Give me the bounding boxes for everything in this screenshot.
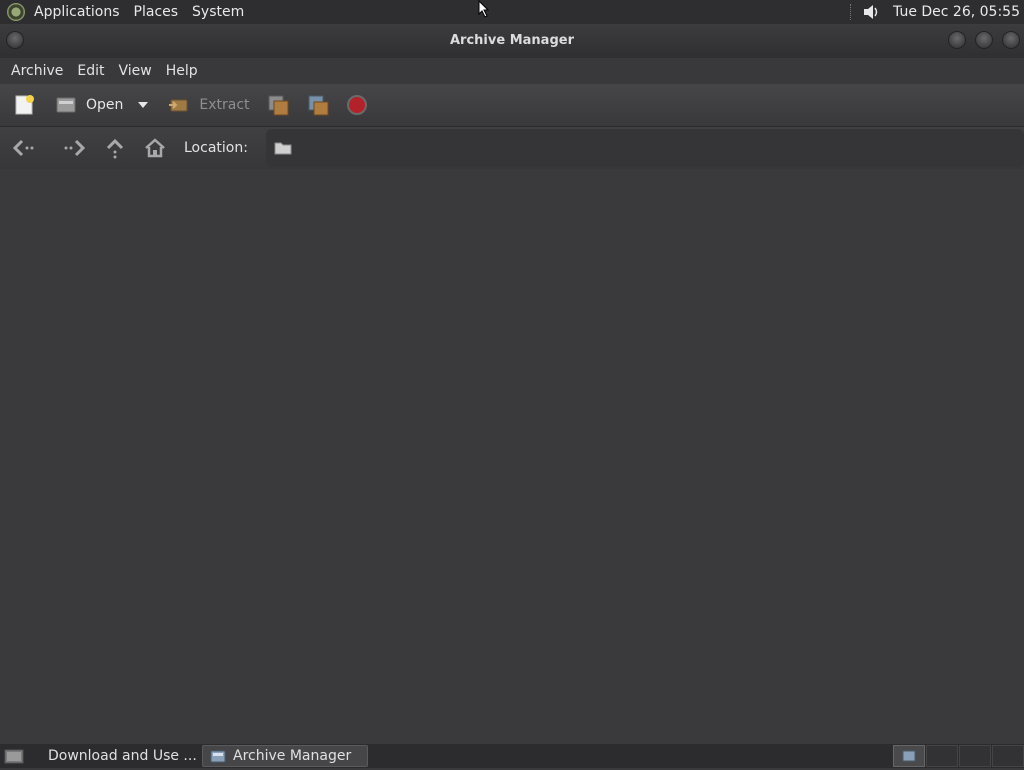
menu-help[interactable]: Help: [159, 63, 205, 79]
chevron-down-icon: [138, 102, 149, 108]
menu-archive[interactable]: Archive: [4, 63, 70, 79]
close-button[interactable]: [1002, 31, 1020, 49]
forward-arrow-icon: [64, 139, 86, 157]
location-bar: Location:: [0, 127, 1024, 170]
maximize-button[interactable]: [975, 31, 993, 49]
panel-menu-places[interactable]: Places: [127, 0, 186, 24]
panel-menu-applications[interactable]: Applications: [27, 0, 127, 24]
open-label: Open: [86, 97, 124, 113]
top-panel: Applications Places System Tue Dec 26, 0…: [0, 0, 1024, 24]
stop-icon: [346, 95, 367, 115]
up-arrow-icon: [106, 138, 124, 159]
home-icon: [145, 138, 165, 158]
menu-edit[interactable]: Edit: [70, 63, 111, 79]
new-archive-icon: [15, 95, 34, 115]
panel-separator: [850, 4, 853, 20]
add-files-icon: [268, 95, 289, 116]
extract-label: Extract: [199, 97, 250, 113]
open-button[interactable]: Open: [54, 93, 123, 117]
menu-view[interactable]: View: [112, 63, 159, 79]
distro-logo-icon[interactable]: [7, 3, 25, 21]
new-archive-button[interactable]: [12, 93, 36, 117]
window-title: Archive Manager: [450, 33, 574, 48]
location-field[interactable]: [265, 129, 1024, 167]
toolbar: Open Extract: [0, 84, 1024, 127]
archive-manager-window: Archive Manager Archive Edit View Help O…: [0, 24, 1024, 744]
minimize-button[interactable]: [948, 31, 966, 49]
workspace-switcher-1[interactable]: [893, 745, 925, 767]
workspace-switcher-3[interactable]: [959, 745, 991, 767]
forward-button[interactable]: [62, 138, 86, 158]
panel-tray: Tue Dec 26, 05:55: [850, 0, 1024, 24]
taskbar-item-browser[interactable]: Download and Use ...: [36, 745, 198, 767]
taskbar-item-label: Download and Use ...: [48, 748, 197, 764]
open-dropdown-button[interactable]: [137, 99, 149, 111]
clock[interactable]: Tue Dec 26, 05:55: [893, 4, 1020, 20]
back-button[interactable]: [12, 138, 36, 158]
extract-icon: [169, 99, 188, 112]
volume-icon[interactable]: [861, 2, 881, 22]
show-desktop-icon: [4, 749, 24, 764]
workspace-switcher-2[interactable]: [926, 745, 958, 767]
taskbar-item-archive-manager[interactable]: Archive Manager: [202, 745, 368, 767]
extract-button[interactable]: Extract: [167, 93, 250, 117]
add-files-button[interactable]: [266, 93, 292, 117]
workspace-window-icon: [902, 750, 916, 762]
stop-button[interactable]: [346, 94, 368, 116]
up-button[interactable]: [104, 137, 126, 159]
back-arrow-icon: [12, 139, 34, 157]
show-desktop-button[interactable]: [0, 745, 28, 767]
location-label: Location:: [184, 140, 248, 156]
open-archive-icon: [56, 97, 76, 113]
archive-content-area[interactable]: [0, 169, 1024, 744]
taskbar-item-label: Archive Manager: [233, 748, 352, 764]
mouse-cursor-icon: [478, 0, 490, 18]
archive-manager-icon: [210, 750, 226, 763]
menubar: Archive Edit View Help: [0, 58, 1024, 84]
home-button[interactable]: [144, 137, 166, 159]
bottom-panel: Download and Use ... Archive Manager: [0, 744, 1024, 768]
add-folder-button[interactable]: [306, 93, 332, 117]
add-folder-icon: [308, 95, 329, 116]
folder-icon: [274, 142, 292, 155]
panel-menu-system[interactable]: System: [185, 0, 251, 24]
workspace-switcher-4[interactable]: [992, 745, 1024, 767]
titlebar[interactable]: Archive Manager: [0, 24, 1024, 58]
